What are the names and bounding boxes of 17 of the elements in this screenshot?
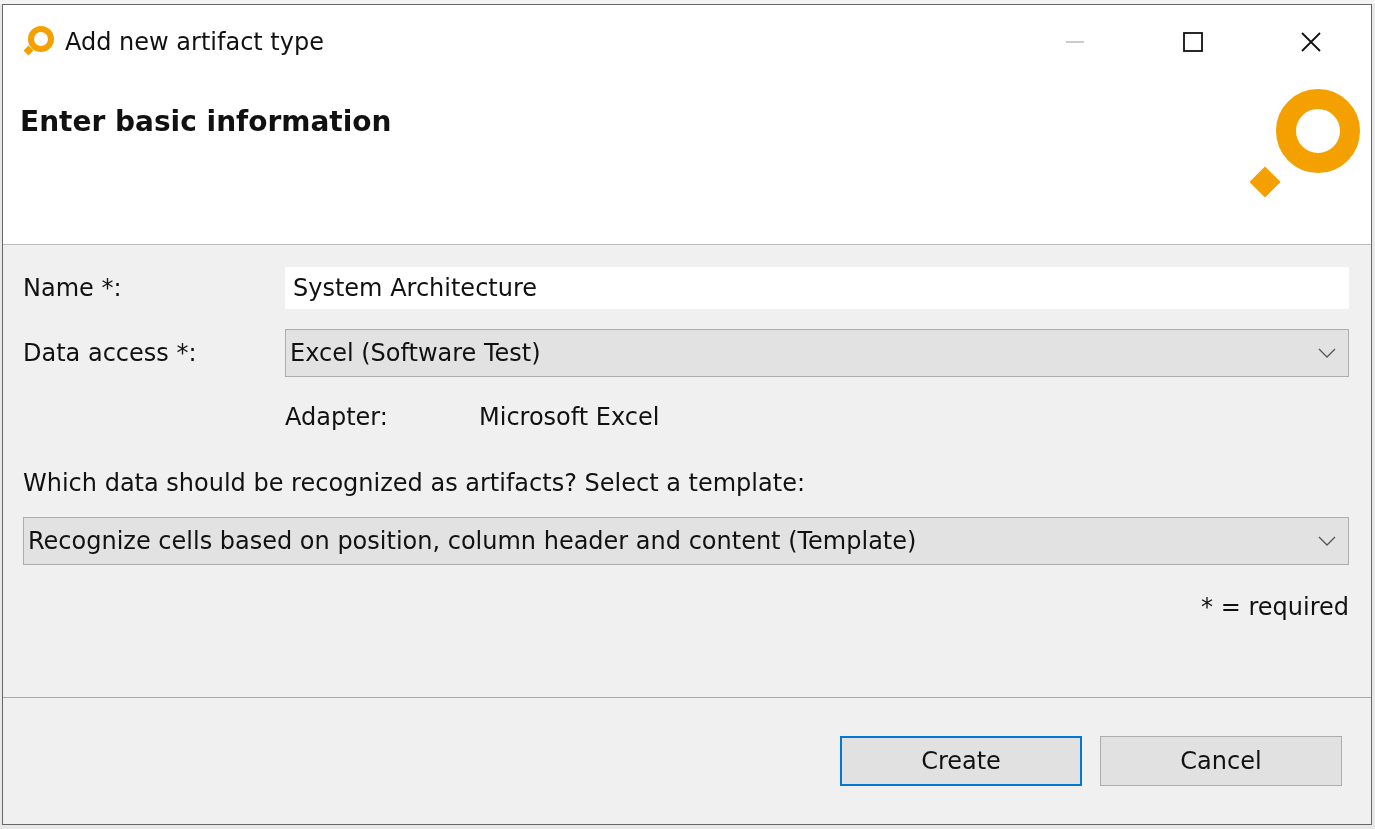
field-label: Data access *:: [23, 339, 198, 367]
create-button[interactable]: Create: [840, 736, 1082, 786]
name-field[interactable]: System Architecture: [285, 267, 1349, 309]
template-question: Which data should be recognized as artifacts? Select a template:: [23, 469, 806, 497]
data-access-dropdown[interactable]: Excel (Software Test): [285, 329, 1349, 377]
close-icon[interactable]: [1301, 32, 1321, 52]
template-dropdown[interactable]: Recognize cells based on position, column header and content (Template): [23, 517, 1349, 565]
page-heading: Enter basic information: [20, 105, 392, 140]
adapter-value: Microsoft Excel: [479, 403, 660, 431]
chevron-down-icon[interactable]: [1318, 536, 1336, 546]
adapter-label: Adapter:: [285, 403, 389, 431]
chevron-down-icon[interactable]: [1318, 348, 1336, 358]
required-note: * = required: [1201, 593, 1349, 621]
field-label: Name *:: [23, 274, 123, 302]
window-title: Add new artifact type: [65, 28, 324, 56]
maximize-icon[interactable]: [1183, 32, 1203, 52]
cancel-button[interactable]: Cancel: [1100, 736, 1342, 786]
